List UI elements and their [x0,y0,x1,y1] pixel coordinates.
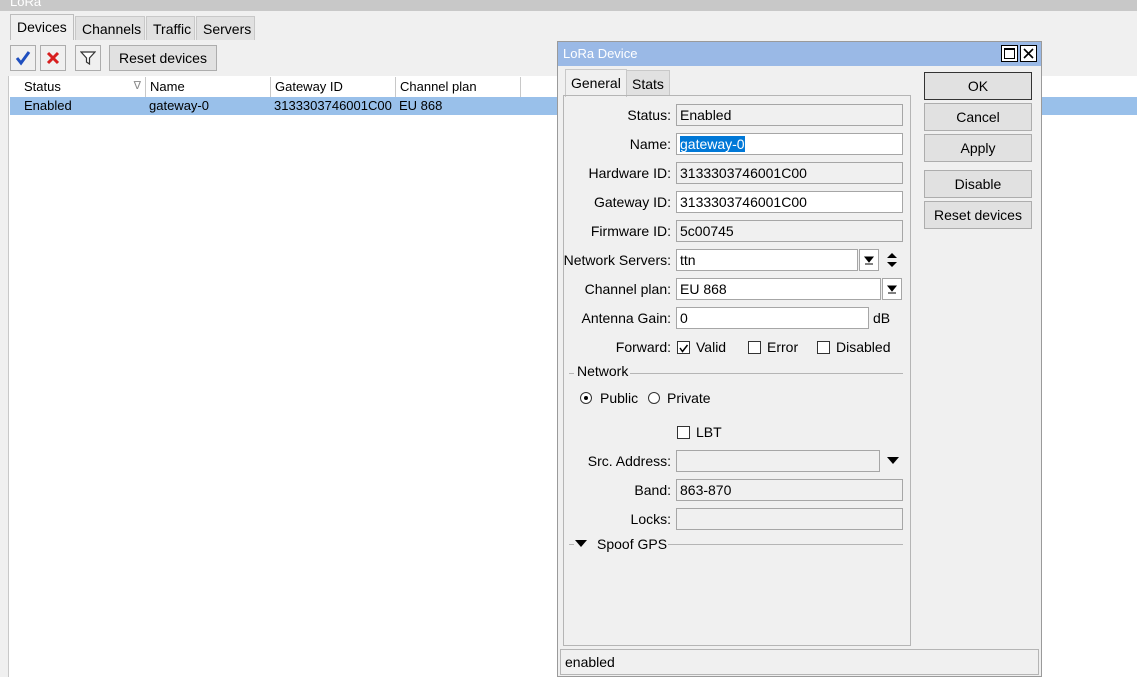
private-radio[interactable] [648,392,660,404]
network-servers-label: Network Servers: [563,252,671,268]
channel-plan-select[interactable]: EU 868 [676,278,881,300]
src-address-dropdown[interactable] [885,455,901,470]
forward-label: Forward: [615,339,671,355]
col-header-name[interactable]: Name [146,77,271,97]
disable-button[interactable] [40,45,66,71]
maximize-button[interactable] [1001,45,1018,62]
hardware-id-label: Hardware ID: [588,165,671,181]
disable-button-dialog[interactable]: Disable [924,170,1032,198]
lbt-label: LBT [696,424,722,440]
triangle-down-icon [575,540,587,547]
sort-icon: ∇ [133,80,141,92]
channel-plan-label: Channel plan: [584,281,671,297]
network-separator-left [569,373,574,374]
locks-label: Locks: [630,511,671,527]
cancel-button[interactable]: Cancel [924,103,1032,131]
channel-plan-dropdown[interactable] [882,278,902,300]
network-section-title: Network [577,363,629,379]
dialog-title: LoRa Device [563,46,638,61]
hardware-id-field: 3133303746001C00 [676,162,903,184]
name-label: Name: [629,136,671,152]
tab-traffic[interactable]: Traffic [146,16,195,40]
src-address-field [676,450,880,472]
row-status: Enabled [24,98,72,113]
checkmark-icon [15,51,31,66]
locks-field [676,508,903,530]
forward-valid-checkbox[interactable] [677,341,690,354]
network-servers-updown[interactable] [884,250,900,270]
ok-button[interactable]: OK [924,72,1032,100]
name-value: gateway-0 [680,136,745,152]
maximize-icon [1004,48,1015,59]
public-radio[interactable] [580,392,592,404]
main-title: LoRa [10,0,42,9]
row-name: gateway-0 [149,98,209,113]
lbt-checkbox[interactable] [677,426,690,439]
col-status-label: Status [24,79,61,94]
antenna-gain-input[interactable]: 0 [676,307,869,329]
network-separator [630,373,903,374]
private-label: Private [667,390,711,406]
tab-servers[interactable]: Servers [196,16,255,40]
cross-icon [46,51,60,65]
close-button[interactable] [1020,45,1037,62]
antenna-gain-label: Antenna Gain: [581,310,671,326]
reset-devices-toolbar-button[interactable]: Reset devices [109,45,217,71]
forward-error-label: Error [767,339,799,355]
col-header-status[interactable]: Status ∇ [20,77,146,97]
apply-button[interactable]: Apply [924,134,1032,162]
public-label: Public [600,390,639,406]
band-field: 863-870 [676,479,903,501]
network-servers-dropdown[interactable] [859,249,879,271]
src-address-label: Src. Address: [587,453,671,469]
tab-channels[interactable]: Channels [75,16,145,40]
status-label: Status: [627,107,671,123]
dropdown-arrow-icon [886,285,898,294]
network-servers-select[interactable]: ttn [676,249,858,271]
status-bar: enabled [560,649,1039,675]
reset-devices-button[interactable]: Reset devices [924,201,1032,229]
forward-valid-label: Valid [696,339,727,355]
radio-dot-icon [584,396,588,400]
enable-button[interactable] [10,45,36,71]
row-channel-plan: EU 868 [399,98,443,113]
main-title-bar: LoRa [0,0,1137,11]
antenna-unit: dB [873,310,891,326]
spoof-separator [668,544,903,545]
forward-disabled-checkbox[interactable] [817,341,830,354]
gateway-id-label: Gateway ID: [593,194,671,210]
close-icon [1023,48,1034,59]
dialog-tab-stats[interactable]: Stats [626,70,670,96]
tab-devices[interactable]: Devices [10,14,74,40]
name-input[interactable]: gateway-0 [676,133,903,155]
row-gateway-id: 3133303746001C00 [274,98,392,113]
spoof-gps-title[interactable]: Spoof GPS [597,534,667,554]
firmware-id-field: 5c00745 [676,220,903,242]
status-field: Enabled [676,104,903,126]
dropdown-arrow-icon [863,256,875,265]
forward-error-checkbox[interactable] [748,341,761,354]
firmware-id-label: Firmware ID: [590,223,671,239]
gateway-id-input[interactable]: 3133303746001C00 [676,191,903,213]
band-label: Band: [634,482,671,498]
col-header-gateway-id[interactable]: Gateway ID [271,77,396,97]
dialog-tab-general[interactable]: General [565,69,627,97]
col-header-channel-plan[interactable]: Channel plan [396,77,521,97]
up-down-arrows-icon [887,253,897,267]
checkmark-icon [679,344,689,353]
triangle-down-icon [887,457,899,464]
filter-icon [80,51,96,66]
spoof-gps-expand[interactable] [574,538,588,553]
forward-disabled-label: Disabled [836,339,891,355]
filter-button[interactable] [75,45,101,71]
